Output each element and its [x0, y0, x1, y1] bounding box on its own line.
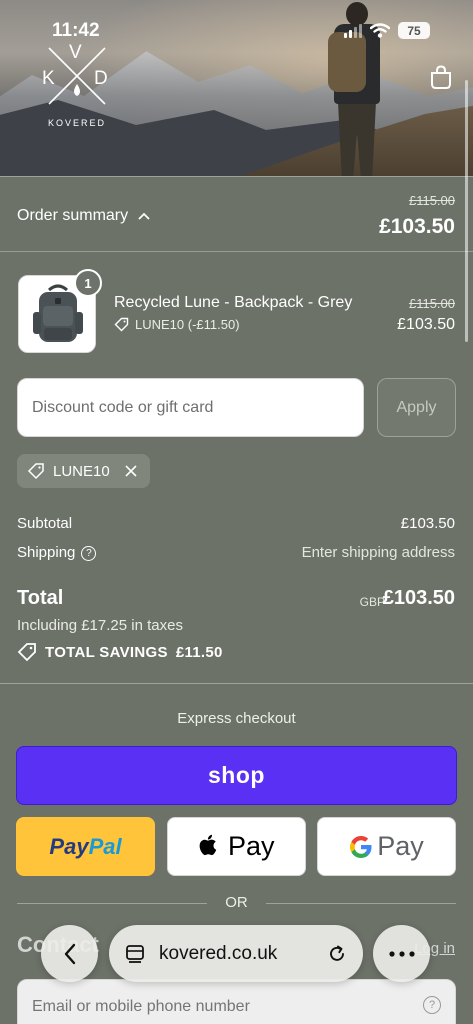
tag-icon [27, 463, 44, 480]
apple-pay-button[interactable]: Pay [167, 817, 306, 876]
order-total: £103.50 [379, 215, 455, 238]
wifi-icon [370, 23, 390, 38]
status-time: 11:42 [52, 20, 100, 41]
express-checkout-heading: Express checkout [177, 710, 296, 727]
browser-url-bar[interactable]: kovered.co.uk [109, 925, 363, 982]
google-pay-logo: Pay [349, 831, 424, 862]
logo-letter-v: V [69, 42, 82, 63]
applied-code-chip: LUNE10 [17, 454, 150, 488]
order-summary-toggle[interactable]: Order summary [17, 207, 150, 225]
quantity-badge: 1 [74, 269, 102, 297]
logo-wordmark: KOVERED [47, 118, 106, 128]
browser-more-button[interactable] [373, 925, 430, 982]
discount-code-input[interactable] [17, 378, 364, 437]
paypal-button[interactable]: PayPal [16, 817, 155, 876]
shopping-bag-icon[interactable] [428, 64, 454, 90]
google-g-icon [350, 835, 372, 858]
product-price: £103.50 [397, 316, 455, 333]
shipping-row: Shipping? [17, 544, 97, 561]
logo-letter-k: K [42, 68, 55, 89]
order-summary-label: Order summary [17, 207, 129, 224]
paypal-logo: PayPal [49, 833, 122, 859]
question-icon[interactable]: ? [423, 996, 441, 1014]
tab-overview-icon[interactable] [125, 944, 145, 964]
order-summary-bar[interactable]: Order summary £115.00 £103.50 [0, 176, 473, 252]
apply-discount-button[interactable]: Apply [377, 378, 456, 437]
subtotal-label: Subtotal [17, 515, 73, 532]
apple-icon [200, 834, 217, 856]
product-original-price: £115.00 [408, 296, 455, 311]
total-label: Total [17, 587, 64, 609]
shop-pay-button[interactable]: shop [16, 746, 457, 805]
chevron-left-icon [64, 943, 75, 964]
subtotal-value: £103.50 [400, 515, 455, 532]
savings-label: TOTAL SAVINGS [45, 643, 168, 661]
order-original-total: £115.00 [408, 193, 455, 208]
battery-indicator: 75 [398, 22, 430, 39]
chevron-up-icon [138, 212, 150, 220]
email-field[interactable] [17, 979, 456, 1024]
ellipsis-icon [388, 950, 415, 957]
applied-code-label: LUNE10 [53, 462, 110, 480]
tag-icon [114, 317, 129, 332]
product-name: Recycled Lune - Backpack - Grey [114, 294, 353, 311]
google-pay-button[interactable]: Pay [317, 817, 456, 876]
question-icon[interactable]: ? [81, 545, 97, 561]
cellular-signal-icon [344, 23, 362, 38]
remove-code-icon[interactable] [124, 464, 138, 478]
taxes-note: Including £17.25 in taxes [17, 617, 183, 634]
url-text: kovered.co.uk [159, 942, 278, 964]
shipping-value: Enter shipping address [301, 544, 455, 561]
product-discount-label: LUNE10 (-£11.50) [135, 317, 240, 332]
browser-back-button[interactable] [41, 925, 98, 982]
section-divider [0, 683, 473, 684]
tag-icon [17, 643, 36, 662]
status-icons: 75 [344, 22, 430, 39]
product-discount: LUNE10 (-£11.50) [114, 317, 240, 332]
total-value: £103.50 [382, 587, 455, 609]
savings-value: £11.50 [175, 643, 223, 661]
total-currency: GBP [359, 595, 385, 609]
or-separator: OR [17, 894, 456, 914]
reload-icon[interactable] [327, 944, 347, 964]
logo-letter-d: D [94, 68, 108, 89]
total-savings: TOTAL SAVINGS £11.50 [17, 642, 223, 662]
apple-pay-logo: Pay [198, 831, 275, 862]
shipping-label: Shipping [17, 544, 76, 561]
brand-logo[interactable]: V K D KOVERED [40, 42, 114, 132]
or-label: OR [225, 894, 248, 911]
